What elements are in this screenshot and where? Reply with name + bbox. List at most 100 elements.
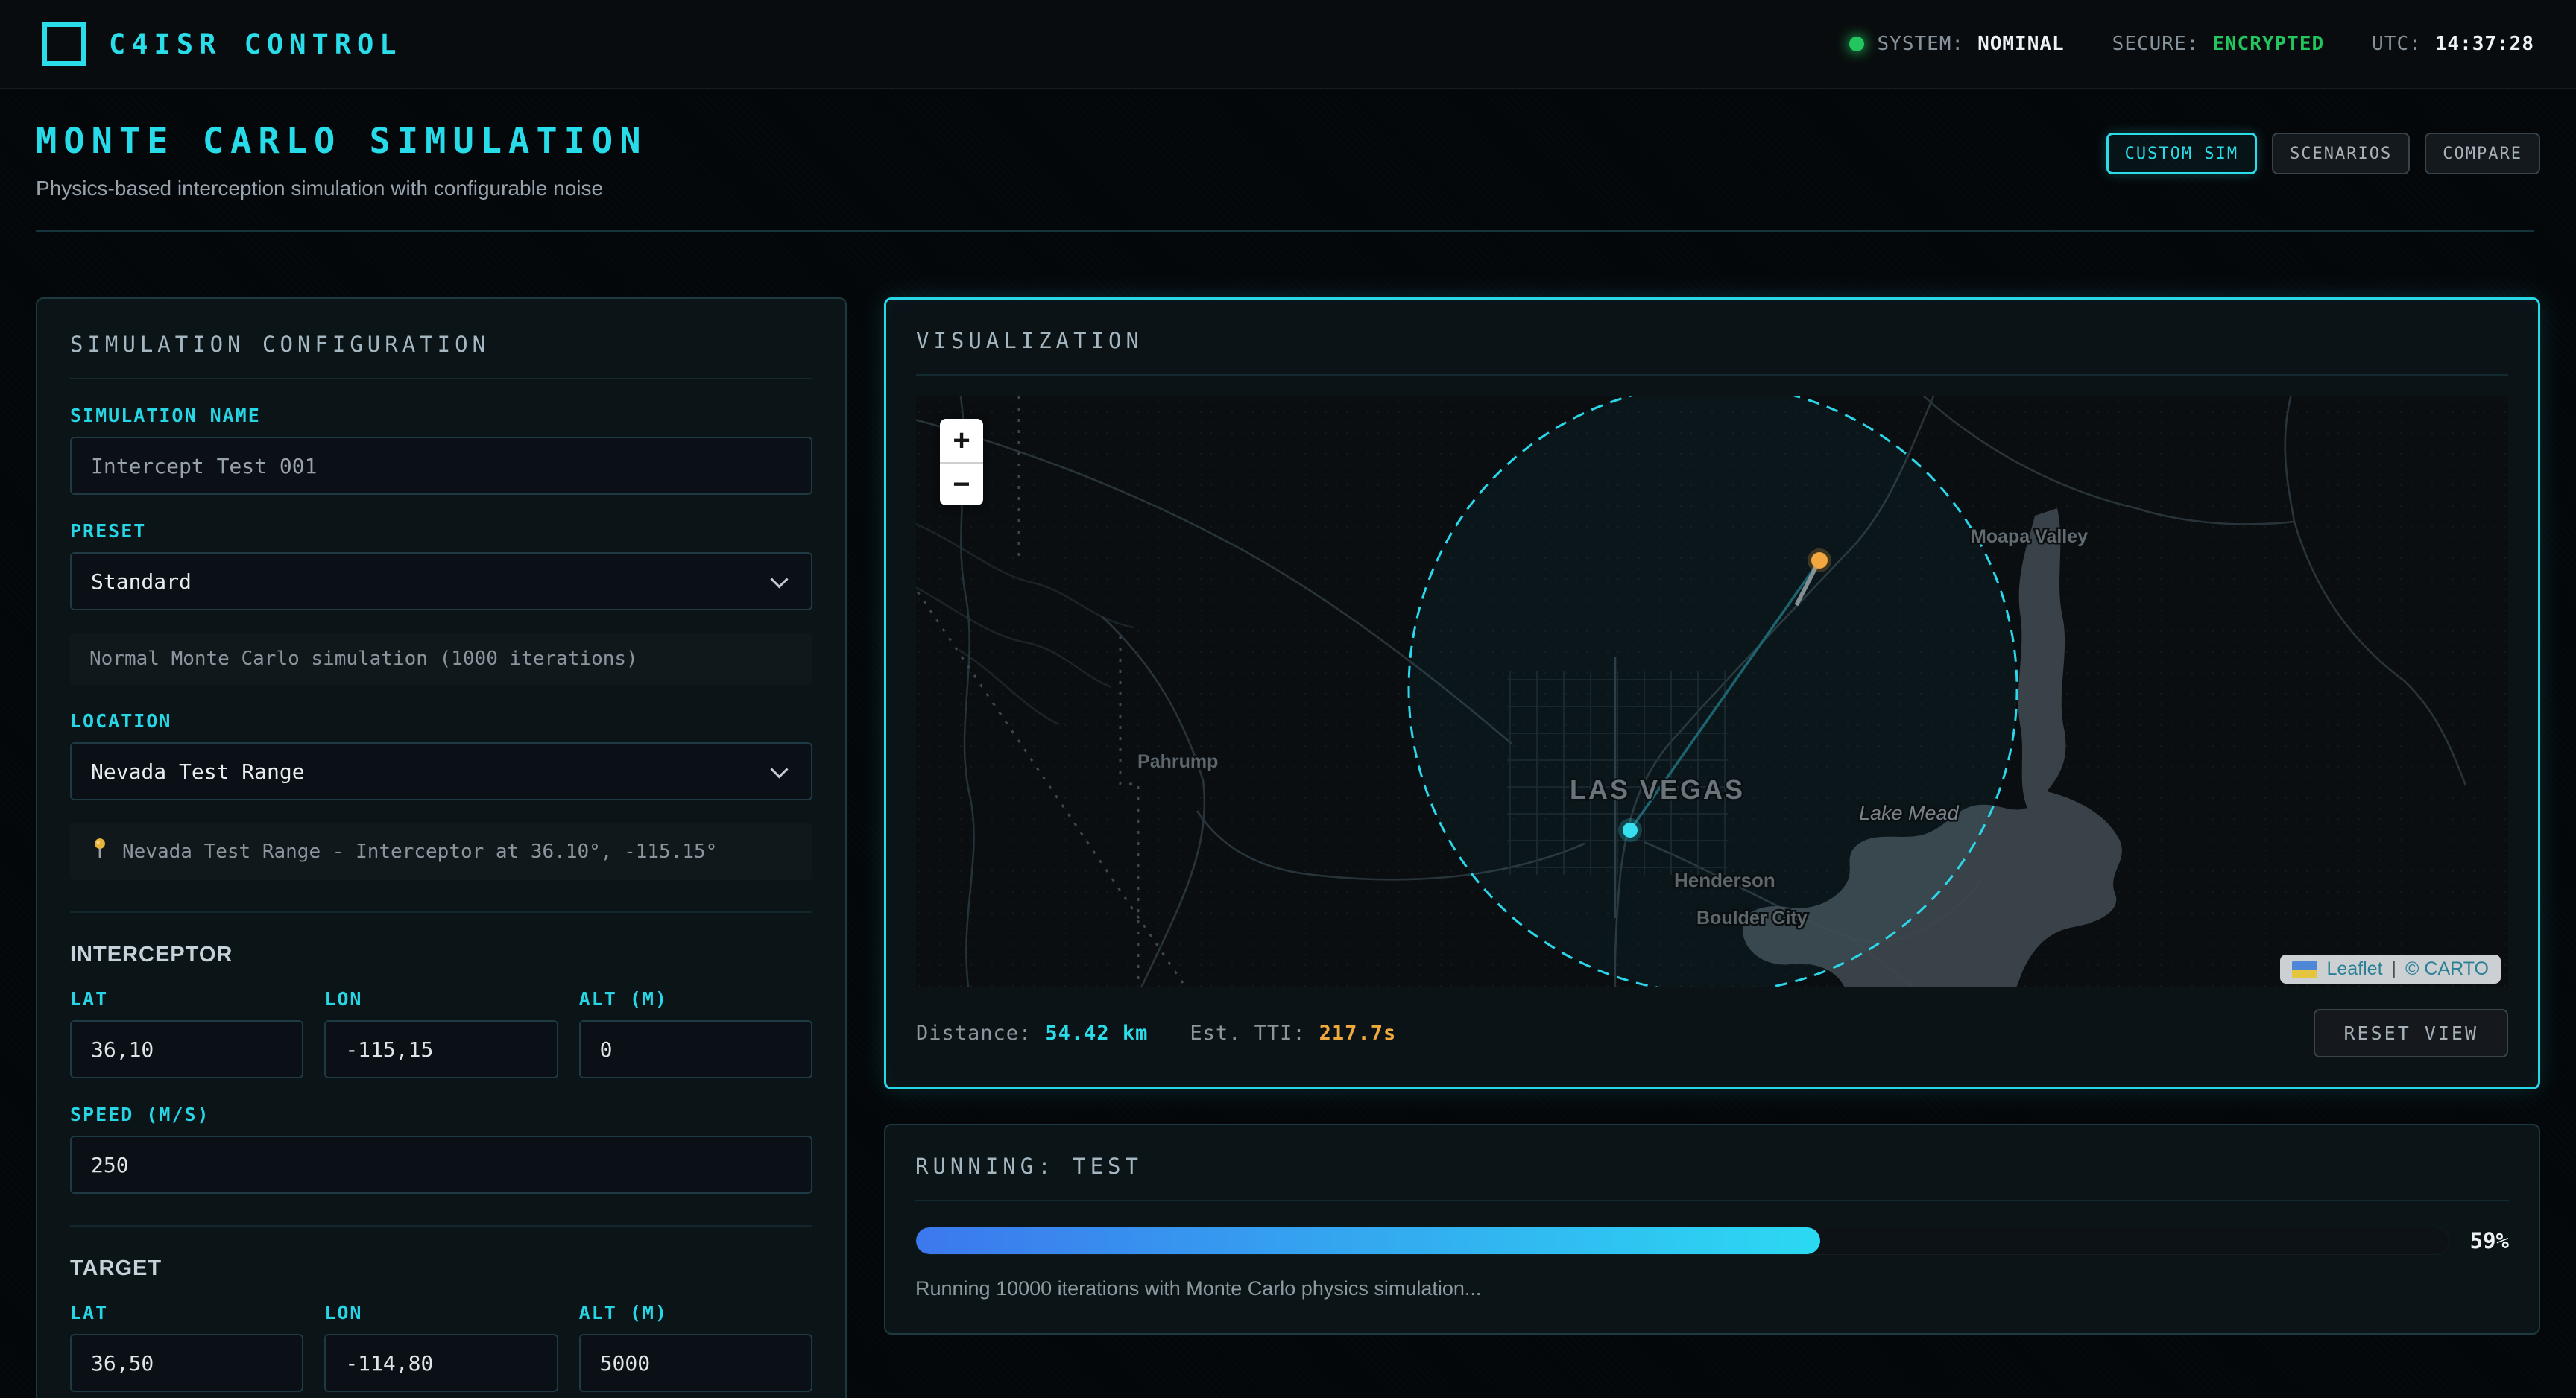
target-alt-label: ALT (M) [579, 1302, 812, 1323]
distance-stat: Distance: 54.42 km [916, 1022, 1148, 1045]
interceptor-coord-grid: LAT LON ALT (M) [70, 967, 812, 1078]
target-lon-label: LON [324, 1302, 558, 1323]
running-title: RUNNING: TEST [915, 1154, 2509, 1179]
zoom-out-button[interactable]: − [940, 462, 983, 505]
location-select-value: Nevada Test Range [91, 759, 305, 784]
progress-percent: 59% [2470, 1228, 2509, 1253]
secure-status: SECURE: ENCRYPTED [2112, 33, 2324, 55]
simulation-configuration-panel: SIMULATION CONFIGURATION SIMULATION NAME… [36, 297, 847, 1398]
preset-select[interactable]: Standard [70, 552, 812, 610]
tti-value: 217.7s [1319, 1022, 1397, 1045]
distance-label: Distance: [916, 1022, 1032, 1045]
interceptor-lon-label: LON [324, 988, 558, 1010]
running-panel: RUNNING: TEST 59% Running 10000 iteratio… [884, 1124, 2540, 1335]
config-panel-title: SIMULATION CONFIGURATION [70, 332, 812, 357]
leaflet-link[interactable]: Leaflet [2326, 958, 2382, 980]
brand-title: C4ISR CONTROL [109, 28, 402, 60]
chevron-down-icon [770, 570, 788, 588]
map-attribution: Leaflet | © CARTO [2280, 955, 2501, 984]
engagement-stats: Distance: 54.42 km Est. TTI: 217.7s [916, 1022, 1396, 1045]
ukraine-flag-icon [2292, 961, 2317, 978]
interceptor-alt-label: ALT (M) [579, 988, 812, 1010]
page-divider [36, 230, 2534, 232]
system-status-value: NOMINAL [1977, 33, 2065, 55]
config-panel-divider [70, 378, 812, 379]
page-tabs: CUSTOM SIM SCENARIOS COMPARE [2106, 133, 2540, 174]
map[interactable]: LAS VEGAS Pahrump Henderson Boulder City… [916, 396, 2508, 987]
utc-label: UTC: [2372, 33, 2422, 55]
distance-value: 54.42 km [1045, 1022, 1148, 1045]
simulation-name-label: SIMULATION NAME [70, 405, 812, 426]
target-lat-label: LAT [70, 1302, 303, 1323]
target-section-title: TARGET [70, 1256, 812, 1281]
chevron-down-icon [770, 760, 788, 778]
location-description: Nevada Test Range - Interceptor at 36.10… [70, 823, 812, 880]
interceptor-lat-input[interactable] [70, 1020, 303, 1078]
zoom-in-button[interactable]: + [940, 419, 983, 462]
location-select[interactable]: Nevada Test Range [70, 742, 812, 800]
range-ring [1409, 396, 2017, 987]
interceptor-lat-label: LAT [70, 988, 303, 1010]
moapa-valley-label: Moapa Valley [1971, 526, 2088, 547]
location-label: LOCATION [70, 710, 812, 732]
tab-compare[interactable]: COMPARE [2425, 133, 2540, 174]
interceptor-marker[interactable] [1623, 823, 1638, 838]
map-canvas: LAS VEGAS Pahrump Henderson Boulder City… [916, 396, 2508, 987]
visualization-footer: Distance: 54.42 km Est. TTI: 217.7s RESE… [916, 1009, 2508, 1057]
boulder-city-label: Boulder City [1696, 908, 1808, 929]
las-vegas-label: LAS VEGAS [1570, 774, 1745, 805]
tab-custom-sim[interactable]: CUSTOM SIM [2106, 133, 2257, 174]
carto-link[interactable]: © CARTO [2405, 958, 2489, 980]
progress-bar [915, 1227, 2449, 1255]
running-status-text: Running 10000 iterations with Monte Carl… [915, 1277, 2509, 1300]
tti-label: Est. TTI: [1190, 1022, 1305, 1045]
target-coord-grid: LAT LON ALT (M) [70, 1281, 812, 1392]
tab-scenarios[interactable]: SCENARIOS [2272, 133, 2410, 174]
target-velocity-grid: VX (M/S) VY (M/S) VZ (M/S) [70, 1392, 812, 1398]
page-header: MONTE CARLO SIMULATION Physics-based int… [0, 89, 2576, 232]
henderson-label: Henderson [1674, 869, 1775, 891]
progress-fill [916, 1227, 1820, 1254]
top-bar: C4ISR CONTROL SYSTEM: NOMINAL SECURE: EN… [0, 0, 2576, 89]
interceptor-speed-input[interactable] [70, 1136, 812, 1194]
preset-select-value: Standard [91, 569, 192, 594]
preset-description: Normal Monte Carlo simulation (1000 iter… [70, 633, 812, 685]
secure-status-label: SECURE: [2112, 33, 2200, 55]
map-zoom-control: + − [940, 419, 983, 505]
progress-row: 59% [915, 1227, 2509, 1255]
pahrump-label: Pahrump [1137, 751, 1218, 772]
page-subtitle: Physics-based interception simulation wi… [36, 177, 2534, 200]
attribution-separator: | [2392, 958, 2397, 980]
brand: C4ISR CONTROL [42, 22, 402, 66]
visualization-panel: VISUALIZATION [884, 297, 2540, 1089]
tti-stat: Est. TTI: 217.7s [1190, 1022, 1396, 1045]
interceptor-alt-input[interactable] [579, 1020, 812, 1078]
target-lat-input[interactable] [70, 1334, 303, 1392]
interceptor-section-title: INTERCEPTOR [70, 943, 812, 967]
secure-status-value: ENCRYPTED [2212, 33, 2324, 55]
location-pin-icon [89, 838, 110, 865]
brand-logo-icon [42, 22, 86, 66]
target-alt-input[interactable] [579, 1334, 812, 1392]
status-bar: SYSTEM: NOMINAL SECURE: ENCRYPTED UTC: 1… [1849, 33, 2534, 55]
target-lon-input[interactable] [324, 1334, 558, 1392]
visualization-divider [916, 374, 2508, 376]
target-divider [70, 1225, 812, 1227]
system-status-dot-icon [1849, 37, 1864, 51]
right-column: VISUALIZATION [884, 297, 2540, 1335]
reset-view-button[interactable]: RESET VIEW [2314, 1009, 2508, 1057]
lake-mead-label: Lake Mead [1859, 802, 1960, 824]
simulation-name-input[interactable] [70, 437, 812, 495]
target-marker[interactable] [1811, 552, 1828, 569]
utc-clock: UTC: 14:37:28 [2372, 33, 2534, 55]
preset-label: PRESET [70, 520, 812, 542]
content: SIMULATION CONFIGURATION SIMULATION NAME… [0, 232, 2576, 1398]
interceptor-lon-input[interactable] [324, 1020, 558, 1078]
interceptor-divider [70, 911, 812, 913]
system-status: SYSTEM: NOMINAL [1849, 33, 2065, 55]
running-divider [915, 1200, 2509, 1201]
system-status-label: SYSTEM: [1878, 33, 1965, 55]
interceptor-speed-label: SPEED (M/S) [70, 1104, 812, 1125]
visualization-title: VISUALIZATION [916, 328, 2508, 353]
utc-value: 14:37:28 [2435, 33, 2534, 55]
